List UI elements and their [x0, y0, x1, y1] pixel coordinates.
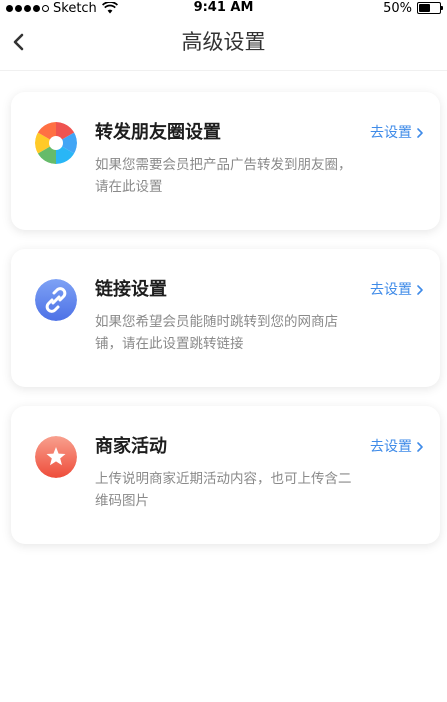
- link-icon: [35, 279, 77, 321]
- battery-percent: 50%: [383, 0, 412, 16]
- go-settings-label: 去设置: [370, 125, 412, 141]
- card-description: 上传说明商家近期活动内容，也可上传含二维码图片: [95, 471, 352, 509]
- card-description: 如果您希望会员能随时跳转到您的网商店铺，请在此设置跳转链接: [95, 314, 338, 352]
- status-bar: Sketch 9:41 AM 50%: [0, 0, 447, 16]
- battery-level: [419, 4, 430, 12]
- card-title: 商家活动: [95, 436, 167, 457]
- go-settings-label: 去设置: [370, 439, 412, 455]
- chevron-right-icon: [417, 442, 423, 452]
- card-moments-share[interactable]: 转发朋友圈设置 如果您需要会员把产品广告转发到朋友圈，请在此设置 去设置: [11, 92, 440, 230]
- status-time: 9:41 AM: [193, 0, 254, 15]
- battery-icon: [417, 2, 443, 14]
- page-title: 高级设置: [181, 30, 266, 54]
- card-merchant-activity[interactable]: 商家活动 上传说明商家近期活动内容，也可上传含二维码图片 去设置: [11, 406, 440, 544]
- star-icon: [35, 436, 77, 478]
- go-settings-label: 去设置: [370, 282, 412, 298]
- card-link-settings[interactable]: 链接设置 如果您希望会员能随时跳转到您的网商店铺，请在此设置跳转链接 去设置: [11, 249, 440, 387]
- nav-bar: 高级设置: [0, 16, 447, 71]
- go-settings-button[interactable]: 去设置: [370, 123, 424, 143]
- card-title: 链接设置: [95, 279, 167, 300]
- go-settings-button[interactable]: 去设置: [370, 280, 424, 300]
- chevron-right-icon: [417, 285, 423, 295]
- aperture-icon: [35, 122, 77, 164]
- card-title: 转发朋友圈设置: [95, 122, 221, 143]
- status-right: 50%: [383, 0, 443, 16]
- chevron-right-icon: [417, 128, 423, 138]
- go-settings-button[interactable]: 去设置: [370, 437, 424, 457]
- card-description: 如果您需要会员把产品广告转发到朋友圈，请在此设置: [95, 157, 352, 195]
